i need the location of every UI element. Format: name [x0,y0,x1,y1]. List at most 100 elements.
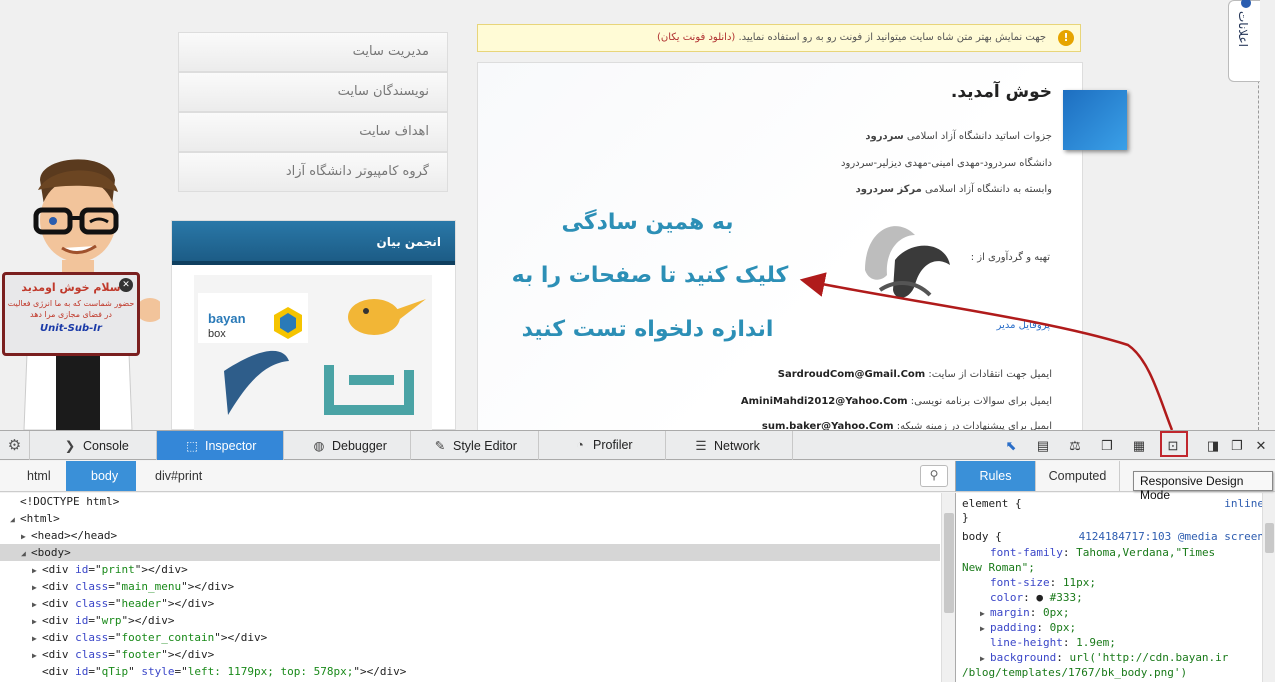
site-menu: مدیریت سایت نویسندگان سایت اهداف سایت گر… [178,32,448,192]
twisty-icon[interactable]: ◢ [21,545,31,562]
rule-color[interactable]: color: ● #333; [990,590,1260,605]
menu-item-goals[interactable]: اهداف سایت [178,112,448,152]
breadcrumb-html[interactable]: html [10,461,66,491]
sign-brand: Unit-Sub-Ir [40,323,102,334]
rule-margin[interactable]: ▶ margin: 0px; [980,605,1260,620]
tab-debugger[interactable]: ◍ Debugger [284,431,411,460]
download-font-link[interactable]: (دانلود فونت یکان) [657,32,735,43]
tab-inspector[interactable]: ⬚ Inspector [157,431,284,460]
inspector-icon: ⬚ [186,439,198,453]
style-editor-icon: ✎ [434,439,446,453]
welcome-title: خوش آمدید. [950,82,1052,102]
content-line-1: جزوات اساتید دانشگاه آزاد اسلامی سردرود [865,131,1052,142]
rule-element-source[interactable]: inline [1154,496,1264,511]
rules-scrollbar[interactable] [1262,493,1275,682]
annotation-line-1: به همین سادگی [561,210,734,235]
console-icon: ❯ [64,439,76,453]
tab-network[interactable]: ☰ Network [666,431,793,460]
color-swatch-icon[interactable]: ● [1036,591,1043,604]
twisty-icon[interactable]: ▶ [32,562,42,579]
font-notice-bar: ! جهت نمایش بهتر متن شاه سایت میتوانید ا… [477,24,1081,52]
expand-icon[interactable]: ▶ [980,651,990,666]
annotation-line-2: کلیک کنید تا صفحات را به [511,263,789,288]
rule-font-family-cont: New Roman"; [962,561,1035,574]
twisty-icon[interactable]: ▶ [32,596,42,613]
pick-element-icon[interactable]: ⬉ [1003,438,1019,454]
close-devtools-icon[interactable]: ✕ [1253,438,1269,454]
annotation-line-3: اندازه دلخواه تست کنید [521,317,774,342]
admin-profile-link[interactable]: پروفایل مدیر [900,320,1050,331]
content-line-3: وابسته به دانشگاه آزاد اسلامی مرکز سردرو… [855,184,1052,195]
markup-view: <!DOCTYPE html> ◢ <html> ▶ <head></head> ◢ <bo… [0,493,955,682]
content-line-2: دانشگاه سردرود-مهدی امینی-مهدی دیزلیر-سر… [841,158,1052,169]
profiler-icon: ◔ [576,438,584,452]
blue-decorative-box [1063,90,1127,150]
tab-style-editor[interactable]: ✎ Style Editor [411,431,539,460]
markup-node[interactable]: <!DOCTYPE html> [0,493,940,510]
rule-font-size[interactable]: font-size: 11px; [990,575,1260,590]
markup-node[interactable]: ▶ <head></head> [0,527,940,544]
markup-search-button[interactable]: ⚲ [920,465,948,487]
markup-scrollbar[interactable] [941,493,955,682]
twisty-icon[interactable]: ▶ [32,647,42,664]
menu-item-computer-group[interactable]: گروه کامپیوتر دانشگاه آزاد [178,152,448,192]
breadcrumb: html body div#print [0,461,955,492]
debugger-icon: ◍ [313,439,325,453]
contact-email-2: ایمیل برای سوالات برنامه نویسی: AminiMah… [740,396,1052,407]
tab-rules[interactable]: Rules [956,461,1036,491]
markup-node[interactable]: ◢ <body> [0,544,940,561]
bayan-forum-box: انجمن بیان bayan box [171,220,456,430]
rule-line-height[interactable]: line-height: 1.9em; [990,635,1260,650]
markup-node[interactable]: ▶ <div class="footer_contain"></div> [0,629,940,646]
bayan-logos-image[interactable]: bayan box [194,275,432,430]
scratchpad-icon[interactable]: ▤ [1035,438,1051,454]
twisty-icon[interactable]: ▶ [32,579,42,596]
responsive-design-highlight [1160,431,1188,457]
menu-item-authors[interactable]: نویسندگان سایت [178,72,448,112]
breadcrumb-div-print[interactable]: div#print [136,461,236,491]
markup-node[interactable]: ▶ <div id="wrp"></div> [0,612,940,629]
markup-node[interactable]: ▶ <div id="print"></div> [0,561,940,578]
notice-text: جهت نمایش بهتر متن شاه سایت میتوانید از … [738,32,1047,43]
screenshot-icon[interactable]: ▦ [1131,438,1147,454]
rules-view: element { inline } body { 4124184717:103… [955,493,1275,682]
markup-node[interactable]: ▶ <div class="main_menu"></div> [0,578,940,595]
markup-node[interactable]: ◢ <html> [0,510,940,527]
twisty-icon[interactable]: ▶ [32,630,42,647]
tab-console[interactable]: ❯ Console [31,431,157,460]
rule-font-family[interactable]: font-family: Tahoma,Verdana,"Times [990,545,1260,560]
search-icon: ⚲ [929,468,939,482]
side-tab-label: اعلانات [1236,11,1250,47]
menu-item-site-management[interactable]: مدیریت سایت [178,32,448,72]
tab-profiler[interactable]: ◔ Profiler [539,431,666,460]
twisty-icon[interactable]: ▶ [32,613,42,630]
network-icon: ☰ [695,439,707,453]
prepared-by-label: تهیه و گردآوری از : [970,252,1050,263]
dock-side-icon[interactable]: ◨ [1205,438,1221,454]
contact-email-1: ایمیل جهت انتقادات از سایت: SardroudCom@… [777,369,1052,380]
twisty-icon[interactable]: ◢ [10,511,20,528]
settings-gear-icon[interactable]: ⚙ [0,431,30,460]
twisty-icon[interactable]: ▶ [21,528,31,545]
breadcrumb-body[interactable]: body [66,461,136,491]
sign-message: حضور شماست که به ما انرژی فعالیت در فضای… [7,299,135,319]
rule-element-close: } [962,511,969,524]
rule-body-source[interactable]: 4124184717:103 @media screen [1046,529,1264,544]
3d-view-icon[interactable]: ❒ [1099,438,1115,454]
expand-icon[interactable]: ▶ [980,621,990,636]
expand-icon[interactable]: ▶ [980,606,990,621]
tab-computed[interactable]: Computed [1036,461,1120,491]
svg-text:box: box [208,328,226,340]
close-icon[interactable]: ✕ [119,278,133,292]
rule-background-cont: /blog/templates/1767/bk_body.png') [962,666,1188,679]
svg-text:bayan: bayan [208,311,246,326]
rule-padding[interactable]: ▶ padding: 0px; [980,620,1260,635]
markup-node[interactable]: <div id="qTip" style="left: 1179px; top:… [0,663,940,680]
markup-node[interactable]: ▶ <div class="header"></div> [0,595,940,612]
welcome-sign: ✕ سلام خوش اومدید حضور شماست که به ما ان… [2,272,140,356]
rule-background[interactable]: ▶ background: url('http://cdn.bayan.ir [980,650,1270,665]
paint-flashing-icon[interactable]: ⚖ [1067,438,1083,454]
undock-window-icon[interactable]: ❐ [1229,438,1245,454]
notifications-side-tab[interactable]: اعلانات [1228,0,1260,82]
markup-node[interactable]: ▶ <div class="footer"></div> [0,646,940,663]
